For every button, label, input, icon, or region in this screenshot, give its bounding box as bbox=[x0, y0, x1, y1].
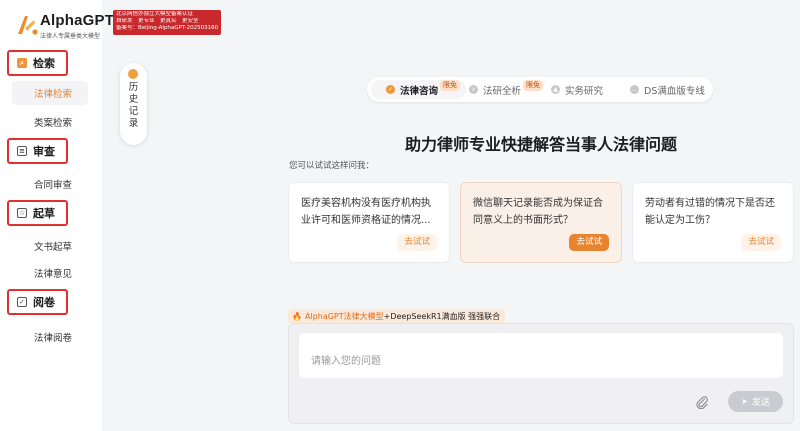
brand-name: AlphaGPT bbox=[40, 12, 115, 29]
chat-input-panel: ➤ 发送 bbox=[288, 323, 794, 424]
tab-label: 法律咨询 bbox=[400, 85, 439, 97]
sidebar-item-document-drafting[interactable]: 文书起草 bbox=[34, 239, 72, 253]
flame-icon: 🔥 bbox=[292, 311, 302, 321]
sidebar-category-label: 审查 bbox=[33, 145, 55, 158]
sidebar-category-drafting[interactable]: ☆ 起草 bbox=[7, 200, 68, 226]
sidebar-category-label: 起草 bbox=[33, 207, 55, 220]
tab-legal-consultation[interactable]: ✓ 法律咨询 bbox=[386, 77, 438, 102]
sidebar-item-contract-review[interactable]: 合同审查 bbox=[34, 177, 72, 191]
search-icon: ⌕ bbox=[17, 58, 27, 68]
suggestion-text: 微信聊天记录能否成为保证合同意义上的书面形式？ bbox=[473, 198, 603, 226]
tab-label: DS满血版专线 bbox=[644, 85, 705, 97]
check-icon: ✓ bbox=[386, 85, 395, 94]
chat-icon: … bbox=[630, 85, 639, 94]
model-banner: 🔥 AlphaGPT法律大模型 +DeepSeekR1满血版 强强联合 bbox=[288, 309, 506, 323]
cert-line: 自研发 更专业 更真实 更安全 bbox=[116, 18, 199, 24]
send-button[interactable]: ➤ 发送 bbox=[728, 391, 783, 412]
tab-practice-research[interactable]: ▲ 实务研究 bbox=[551, 77, 603, 102]
sidebar-category-case-reading[interactable]: ✓ 阅卷 bbox=[7, 289, 68, 315]
attachment-icon[interactable] bbox=[695, 395, 709, 409]
suggestion-card[interactable]: 劳动者有过错的情况下是否还能认定为工伤？ 去试试 bbox=[632, 182, 794, 263]
checkbox-icon: ✓ bbox=[17, 297, 27, 307]
star-icon: ☆ bbox=[17, 208, 27, 218]
try-button[interactable]: 去试试 bbox=[397, 234, 437, 251]
alphagpt-logo-icon bbox=[18, 16, 38, 35]
sidebar-item-legal-opinion[interactable]: 法律意见 bbox=[34, 266, 72, 280]
suggestion-hint: 您可以试试这样问我： bbox=[289, 161, 375, 171]
send-icon: ➤ bbox=[741, 397, 748, 406]
search-icon: ⌕ bbox=[469, 85, 478, 94]
cert-line: 备案号：Beijing-AlphaGPT-20250316000 bbox=[116, 25, 218, 31]
tab-legal-research-analysis[interactable]: ⌕ 法研全析 bbox=[469, 77, 521, 102]
brand-tagline: 法律人专属垂类大模型 bbox=[40, 33, 101, 40]
sidebar-category-label: 阅卷 bbox=[33, 296, 55, 309]
cert-line: 北京网信办独立大模型备案认证 bbox=[116, 11, 194, 17]
graduation-cap-icon: ▲ bbox=[551, 85, 560, 94]
try-button[interactable]: 去试试 bbox=[741, 234, 781, 251]
sidebar-item-legal-search[interactable]: 法律检索 bbox=[12, 81, 88, 105]
send-label: 发送 bbox=[751, 398, 770, 408]
suggestion-card[interactable]: 医疗美容机构没有医疗机构执业许可和医师资格证的情况... 去试试 bbox=[288, 182, 450, 263]
certification-badge: 北京网信办独立大模型备案认证 自研发 更专业 更真实 更安全 备案号：Beiji… bbox=[113, 10, 221, 35]
clock-icon bbox=[128, 69, 138, 79]
tab-label: 实务研究 bbox=[565, 85, 604, 97]
free-badge: 限免 bbox=[440, 80, 460, 91]
sidebar-category-review[interactable]: ≡ 审查 bbox=[7, 138, 68, 164]
sidebar-category-label: 检索 bbox=[33, 57, 55, 70]
suggestion-text: 劳动者有过错的情况下是否还能认定为工伤？ bbox=[645, 198, 775, 226]
free-badge: 限免 bbox=[523, 80, 543, 91]
question-input[interactable] bbox=[299, 333, 783, 378]
suggestion-text: 医疗美容机构没有医疗机构执业许可和医师资格证的情况... bbox=[301, 198, 431, 226]
history-button[interactable]: 历史记录 bbox=[120, 63, 147, 145]
model-banner-text: +DeepSeekR1满血版 强强联合 bbox=[383, 311, 501, 321]
mode-tabs: ✓ 法律咨询 限免 ⌕ 法研全析 限免 ▲ 实务研究 … DS满血版专线 bbox=[367, 77, 713, 102]
history-label: 历史记录 bbox=[128, 82, 139, 129]
brand[interactable]: AlphaGPT 法律人专属垂类大模型 bbox=[14, 10, 114, 40]
sidebar-category-search[interactable]: ⌕ 检索 bbox=[7, 50, 68, 76]
sidebar-item-case-search[interactable]: 类案检索 bbox=[34, 115, 72, 129]
sidebar-item-case-file-reading[interactable]: 法律阅卷 bbox=[34, 330, 72, 344]
model-name: AlphaGPT法律大模型 bbox=[304, 311, 384, 321]
tab-ds-full-version[interactable]: … DS满血版专线 bbox=[630, 77, 705, 102]
try-button[interactable]: 去试试 bbox=[569, 234, 609, 251]
document-icon: ≡ bbox=[17, 146, 27, 156]
page-title: 助力律师专业快捷解答当事人法律问题 bbox=[404, 135, 677, 154]
tab-label: 法研全析 bbox=[483, 85, 522, 97]
suggestion-card[interactable]: 微信聊天记录能否成为保证合同意义上的书面形式？ 去试试 bbox=[460, 182, 622, 263]
